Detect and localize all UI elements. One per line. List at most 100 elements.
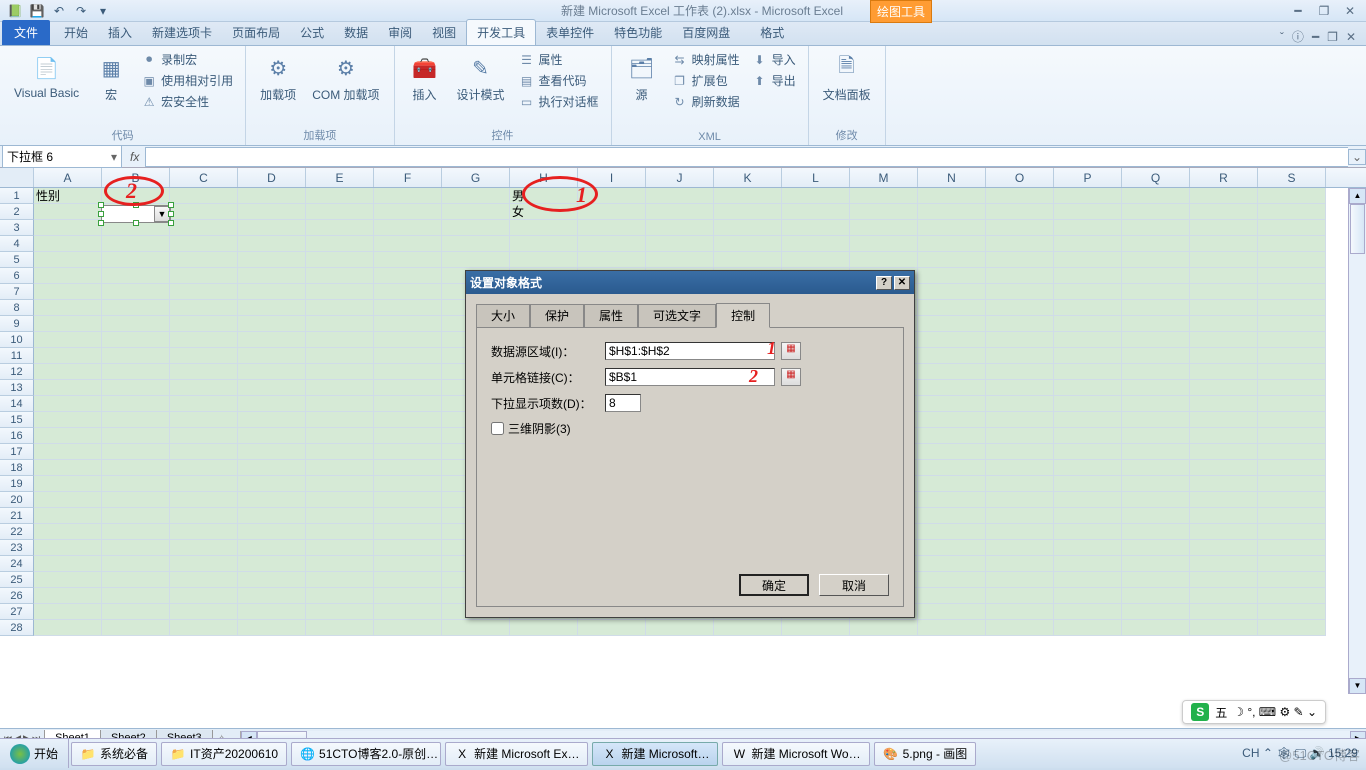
qat-dropdown-icon[interactable]: ▾ (94, 2, 112, 20)
tab-view[interactable]: 视图 (422, 20, 466, 45)
tab-form-controls[interactable]: 表单控件 (536, 20, 604, 45)
cell[interactable] (1122, 316, 1190, 332)
cell[interactable] (510, 620, 578, 636)
cell[interactable] (1258, 460, 1326, 476)
cell[interactable] (374, 348, 442, 364)
row-header[interactable]: 8 (0, 300, 34, 316)
cell[interactable] (102, 236, 170, 252)
cell[interactable] (170, 620, 238, 636)
relative-ref-button[interactable]: ▣使用相对引用 (139, 71, 235, 90)
cell[interactable] (1258, 588, 1326, 604)
cell[interactable] (986, 412, 1054, 428)
cell[interactable] (238, 540, 306, 556)
cell[interactable] (918, 348, 986, 364)
cell[interactable] (306, 620, 374, 636)
cell[interactable] (1054, 460, 1122, 476)
cell[interactable] (986, 428, 1054, 444)
cell[interactable] (1258, 332, 1326, 348)
cell[interactable] (1054, 284, 1122, 300)
mdi-min-icon[interactable]: ━ (1312, 30, 1319, 44)
cell[interactable] (170, 364, 238, 380)
cell[interactable] (1054, 300, 1122, 316)
cell[interactable] (1122, 604, 1190, 620)
cell[interactable] (374, 588, 442, 604)
cell[interactable] (578, 204, 646, 220)
taskbar-item[interactable]: 🌐51CTO博客2.0-原创… (291, 742, 441, 766)
minimize-icon[interactable]: ━ (1286, 3, 1310, 19)
cell[interactable] (918, 460, 986, 476)
cell[interactable] (986, 540, 1054, 556)
formula-expand-icon[interactable]: ⌄ (1348, 149, 1366, 165)
row-header[interactable]: 17 (0, 444, 34, 460)
undo-icon[interactable]: ↶ (50, 2, 68, 20)
cell[interactable] (102, 460, 170, 476)
cell[interactable] (918, 492, 986, 508)
cell[interactable] (238, 460, 306, 476)
cell[interactable] (34, 556, 102, 572)
file-tab[interactable]: 文件 (2, 20, 50, 45)
cell[interactable] (1122, 620, 1190, 636)
cell[interactable] (1054, 508, 1122, 524)
cell[interactable] (918, 188, 986, 204)
cell[interactable] (1054, 476, 1122, 492)
cell[interactable] (1258, 204, 1326, 220)
cell[interactable] (986, 476, 1054, 492)
cell[interactable] (1054, 572, 1122, 588)
cell[interactable] (1258, 428, 1326, 444)
cell[interactable] (1190, 316, 1258, 332)
tab-baidu[interactable]: 百度网盘 (672, 20, 740, 45)
cell[interactable] (918, 236, 986, 252)
properties-button[interactable]: ☰属性 (517, 50, 601, 69)
cell[interactable] (918, 540, 986, 556)
cell[interactable] (1054, 620, 1122, 636)
cell[interactable] (918, 252, 986, 268)
cell[interactable] (986, 364, 1054, 380)
cell[interactable] (1054, 348, 1122, 364)
vertical-scrollbar[interactable]: ▲ ▼ (1348, 188, 1366, 694)
formula-input[interactable] (145, 147, 1348, 167)
cell[interactable] (170, 268, 238, 284)
ribbon-minimize-icon[interactable]: ˇ (1280, 30, 1284, 44)
cell[interactable] (1190, 476, 1258, 492)
cell[interactable] (442, 188, 510, 204)
tab-home[interactable]: 开始 (54, 20, 98, 45)
cell[interactable] (170, 236, 238, 252)
cell[interactable] (1190, 460, 1258, 476)
cell[interactable] (34, 572, 102, 588)
cell[interactable] (238, 380, 306, 396)
cell[interactable] (306, 396, 374, 412)
cell[interactable] (986, 236, 1054, 252)
cell[interactable] (1190, 300, 1258, 316)
cell[interactable] (1122, 460, 1190, 476)
cell[interactable] (714, 188, 782, 204)
cell[interactable] (918, 300, 986, 316)
cell[interactable] (238, 364, 306, 380)
cell[interactable] (1258, 236, 1326, 252)
cell[interactable] (34, 508, 102, 524)
col-header[interactable]: F (374, 168, 442, 187)
cell[interactable] (102, 412, 170, 428)
cell[interactable] (170, 540, 238, 556)
cell[interactable] (238, 300, 306, 316)
cell[interactable] (1122, 588, 1190, 604)
tab-page-layout[interactable]: 页面布局 (222, 20, 290, 45)
close-icon[interactable]: ✕ (1338, 3, 1362, 19)
cell[interactable] (306, 316, 374, 332)
cell[interactable] (102, 524, 170, 540)
expand-pack-button[interactable]: ❐扩展包 (670, 71, 742, 90)
cell[interactable] (986, 572, 1054, 588)
col-header[interactable]: A (34, 168, 102, 187)
cell[interactable] (782, 236, 850, 252)
cell[interactable] (102, 540, 170, 556)
taskbar-item[interactable]: X新建 Microsoft Ex… (445, 742, 588, 766)
cell[interactable] (238, 492, 306, 508)
cell[interactable] (34, 412, 102, 428)
cell[interactable] (34, 220, 102, 236)
cell[interactable] (374, 444, 442, 460)
cell[interactable] (170, 524, 238, 540)
cell[interactable] (1190, 268, 1258, 284)
cell[interactable] (102, 444, 170, 460)
cell[interactable] (714, 620, 782, 636)
cell[interactable] (238, 188, 306, 204)
col-header[interactable]: E (306, 168, 374, 187)
